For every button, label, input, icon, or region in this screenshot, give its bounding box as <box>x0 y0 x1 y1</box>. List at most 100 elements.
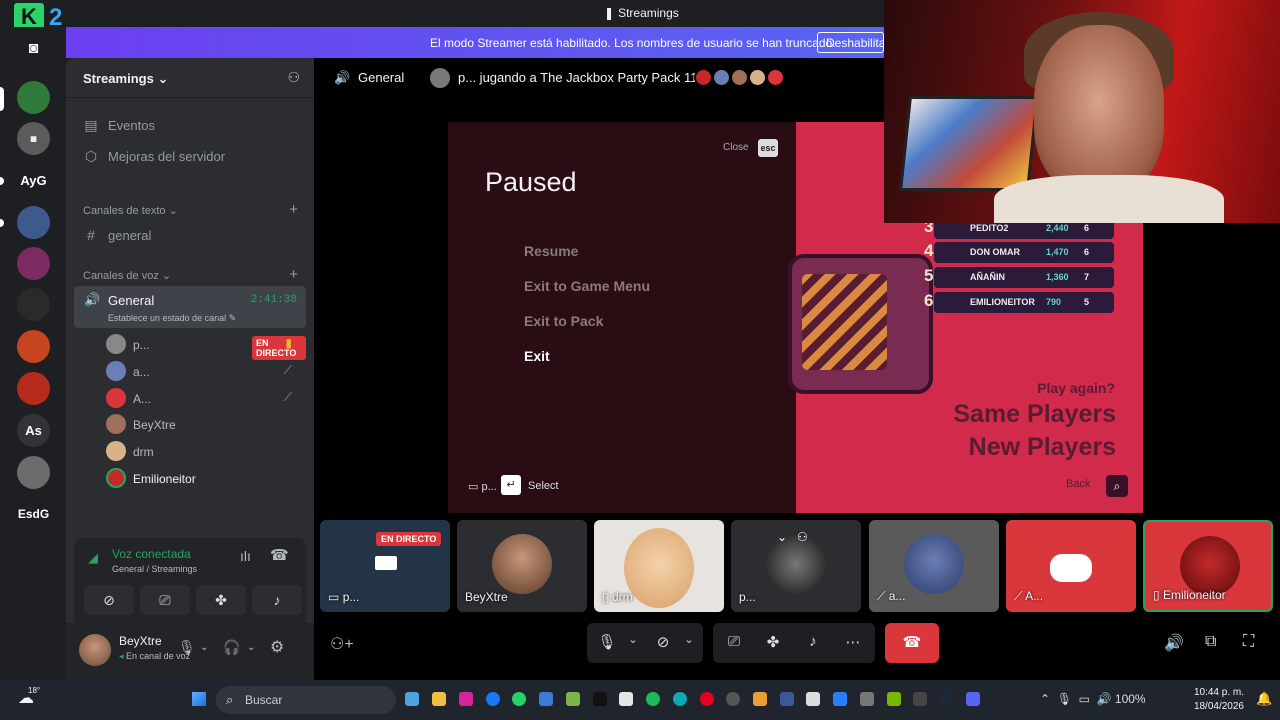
spotify-icon[interactable] <box>646 692 660 706</box>
menu-item-exit-pack[interactable]: Exit to Pack <box>524 313 603 329</box>
tiktok-icon[interactable] <box>593 692 607 706</box>
system-tray[interactable]: ⌃ 🎙 ▭ 🔊 100% <box>1040 692 1146 706</box>
discord-home-icon[interactable]: ◙ <box>17 32 50 65</box>
chevron-down-icon[interactable]: ⌄ <box>777 530 787 544</box>
chevron-down-icon[interactable]: ⌄ <box>621 633 645 646</box>
voice-user[interactable]: p... EN DIRECTO ▮ <box>106 331 306 360</box>
zoom-icon[interactable]: ⌕ <box>1106 475 1128 497</box>
screen-share-icon[interactable]: ⎚ <box>722 633 746 650</box>
taskbar-search[interactable]: ⌕ Buscar <box>216 686 396 714</box>
camera-off-button[interactable]: ⊘ <box>84 585 134 615</box>
edge-icon[interactable] <box>673 692 687 706</box>
app-icon[interactable] <box>860 692 874 706</box>
server-avatar[interactable] <box>17 372 50 405</box>
windows-start-icon[interactable] <box>192 692 206 706</box>
gear-icon[interactable]: ⚙ <box>270 637 284 657</box>
voice-user[interactable]: drm <box>106 438 306 464</box>
chevron-down-icon[interactable]: ⌄ <box>200 642 208 653</box>
server-avatar[interactable] <box>17 81 50 114</box>
channel-general-text[interactable]: # general <box>74 220 306 250</box>
app-icon[interactable] <box>619 692 633 706</box>
app-icon[interactable] <box>726 692 740 706</box>
more-icon[interactable]: ⋯ <box>841 633 865 651</box>
avatar[interactable] <box>79 634 111 666</box>
signal-icon[interactable]: ◢ <box>88 550 98 566</box>
participant-tile-speaking[interactable]: ▯ Emilioneitor <box>1143 520 1273 612</box>
app-icon[interactable] <box>753 692 767 706</box>
participant-tile[interactable]: ▯ drm <box>594 520 724 612</box>
activity-text[interactable]: p... jugando a The Jackbox Party Pack 11 <box>458 70 697 85</box>
microphone-icon[interactable]: 🎙 <box>178 639 196 656</box>
facebook-icon[interactable] <box>486 692 500 706</box>
notifications-icon[interactable]: 🔔 <box>1256 691 1272 707</box>
voice-connected-subtitle[interactable]: General / Streamings <box>112 564 197 574</box>
voice-user[interactable]: A... ⟋ <box>106 385 306 411</box>
app-icon[interactable] <box>833 692 847 706</box>
participant-tile[interactable]: BeyXtre <box>457 520 587 612</box>
chevron-down-icon[interactable]: ⌄ <box>247 642 255 653</box>
voice-user[interactable]: Emilioneitor <box>106 465 306 491</box>
menu-item-exit[interactable]: Exit <box>524 348 550 364</box>
app-icon[interactable] <box>913 692 927 706</box>
add-voice-channel-icon[interactable]: + <box>289 266 298 283</box>
camera-off-icon[interactable]: ⊘ <box>651 633 675 651</box>
add-text-channel-icon[interactable]: + <box>289 201 298 218</box>
steam-icon[interactable] <box>940 692 954 706</box>
leave-call-button[interactable]: ☎ <box>885 623 939 663</box>
nvidia-icon[interactable] <box>887 692 901 706</box>
voice-user[interactable]: BeyXtre <box>106 411 306 437</box>
menu-item-exit-game-menu[interactable]: Exit to Game Menu <box>524 278 650 294</box>
taskview-icon[interactable] <box>405 692 419 706</box>
app-icon[interactable] <box>566 692 580 706</box>
participant-tile[interactable]: ⟋ A... <box>1006 520 1136 612</box>
people-icon[interactable]: ⚇ <box>797 530 808 544</box>
app-icon[interactable] <box>806 692 820 706</box>
channel-status-prompt[interactable]: Establece un estado de canal ✎ <box>108 313 236 324</box>
voice-user[interactable]: a... ⟋ <box>106 358 306 384</box>
invite-icon[interactable]: ⚇+ <box>330 634 354 654</box>
disconnect-icon[interactable]: ☎ <box>270 546 289 564</box>
server-item-esdg[interactable]: EsdG <box>17 497 50 530</box>
instagram-icon[interactable] <box>459 692 473 706</box>
close-label[interactable]: Close <box>723 142 749 153</box>
server-avatar[interactable]: ▦ <box>17 122 50 155</box>
mail-icon[interactable] <box>539 692 553 706</box>
volume-icon[interactable]: 🔊 <box>1164 633 1184 653</box>
server-item-as[interactable]: As <box>17 414 50 447</box>
sidebar-item-boosts[interactable]: ⬡ Mejoras del servidor <box>74 141 306 171</box>
server-item-ayg[interactable]: AyG <box>17 164 50 197</box>
app-icon[interactable] <box>780 692 794 706</box>
server-avatar[interactable] <box>17 456 50 489</box>
same-players-option[interactable]: Same Players <box>953 400 1116 429</box>
voice-channel-general[interactable]: 🔊 General 2:41:38 Establece un estado de… <box>74 286 306 328</box>
discord-taskbar-icon[interactable] <box>966 692 980 706</box>
fullscreen-icon[interactable]: ⛶ <box>1243 633 1254 651</box>
activities-button[interactable]: ✤ <box>196 585 246 615</box>
soundboard-button[interactable]: ♪ <box>252 585 302 615</box>
pinterest-icon[interactable] <box>700 692 714 706</box>
headphones-icon[interactable]: 🎧 <box>223 639 240 656</box>
disable-streamer-button[interactable]: Deshabilitar <box>817 32 884 53</box>
clock[interactable]: 10:44 p. m. 18/04/2026 <box>1192 686 1244 714</box>
back-label[interactable]: Back <box>1066 478 1090 490</box>
pop-out-icon[interactable]: ⧉ <box>1205 633 1216 651</box>
sidebar-item-events[interactable]: ▤ Eventos <box>74 110 306 140</box>
whatsapp-icon[interactable] <box>512 692 526 706</box>
voice-category[interactable]: Canales de voz ⌄ <box>83 269 171 282</box>
microphone-icon[interactable]: 🎙 <box>595 633 619 651</box>
share-screen-button[interactable]: ⎚ <box>140 585 190 615</box>
participant-tile[interactable]: ⟋ a... <box>869 520 999 612</box>
voice-connected-title[interactable]: Voz conectada <box>112 547 191 561</box>
new-players-option[interactable]: New Players <box>969 433 1116 462</box>
server-avatar[interactable] <box>17 288 50 321</box>
participant-tile[interactable]: ⌄ ⚇ p... <box>731 520 861 612</box>
activities-icon[interactable]: ✤ <box>761 633 785 651</box>
text-category[interactable]: Canales de texto ⌄ <box>83 204 178 217</box>
server-avatar[interactable] <box>17 330 50 363</box>
user-name[interactable]: BeyXtre <box>119 634 162 648</box>
server-header[interactable]: Streamings ⌄ ⚇ <box>66 58 314 98</box>
server-avatar[interactable] <box>17 247 50 280</box>
chevron-down-icon[interactable]: ⌄ <box>677 633 701 646</box>
invite-people-icon[interactable]: ⚇ <box>287 69 300 86</box>
noise-suppression-icon[interactable]: ılı <box>240 548 251 564</box>
